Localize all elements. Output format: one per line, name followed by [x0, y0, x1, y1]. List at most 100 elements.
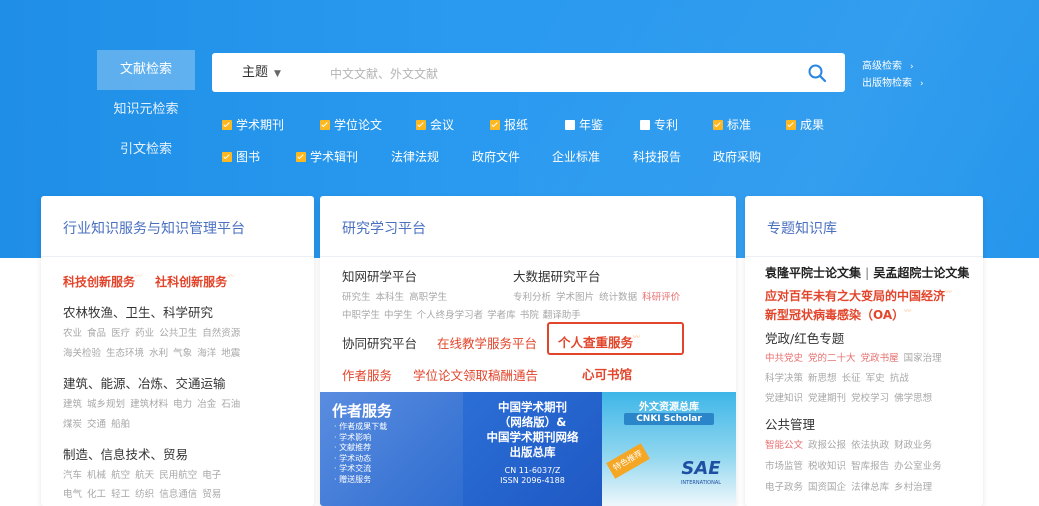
tag-link[interactable]: 科研评价: [642, 292, 680, 303]
social-science-innovation-link[interactable]: 社科创新服务: [155, 275, 227, 289]
tag-link[interactable]: 智能公文: [765, 440, 803, 451]
research-study-platform-link[interactable]: 知网研学平台: [342, 266, 417, 285]
tag-link[interactable]: 统计数据: [599, 292, 637, 303]
tag-link[interactable]: 学者库: [487, 310, 516, 321]
tag-link[interactable]: 党建期刊: [808, 393, 846, 404]
tag-link[interactable]: 民用航空: [159, 470, 197, 481]
tag-link[interactable]: 专利分析: [513, 292, 551, 303]
filter-standard[interactable]: 标准: [713, 116, 751, 133]
tag-link[interactable]: 纺织: [135, 489, 154, 500]
tag-link[interactable]: 轻工: [111, 489, 130, 500]
filter-thesis[interactable]: 学位论文: [320, 116, 382, 133]
filter-patent[interactable]: 专利: [640, 116, 678, 133]
tag-link[interactable]: 贸易: [202, 489, 221, 500]
tag-link[interactable]: 高职学生: [409, 292, 447, 303]
filter-journal[interactable]: 学术期刊: [222, 116, 284, 133]
tag-link[interactable]: 科学决策: [765, 373, 803, 384]
thesis-royalty-link[interactable]: 学位论文领取稿酬通告: [413, 365, 538, 384]
big-data-platform-link[interactable]: 大数据研究平台: [513, 266, 601, 285]
filter-laws[interactable]: 法律法规: [391, 148, 439, 165]
tag-link[interactable]: 石油: [221, 399, 240, 410]
publication-search-link[interactable]: 出版物检索 ›: [862, 75, 924, 92]
tag-link[interactable]: 电气: [63, 489, 82, 500]
online-teaching-link[interactable]: 在线教学服务平台: [437, 333, 537, 352]
filter-newspaper[interactable]: 报纸: [490, 116, 528, 133]
tag-link[interactable]: 法律总库: [851, 482, 889, 493]
tag-link[interactable]: 智库报告: [851, 461, 889, 472]
nav-literature-search[interactable]: 文献检索: [97, 50, 195, 90]
tag-link[interactable]: 医疗: [111, 328, 130, 339]
tag-link[interactable]: 政报公报: [808, 440, 846, 451]
filter-enterprise-standards[interactable]: 企业标准: [552, 148, 600, 165]
tag-link[interactable]: 药业: [135, 328, 154, 339]
tag-link[interactable]: 海洋: [197, 348, 216, 359]
nav-knowledge-search[interactable]: 知识元检索: [97, 90, 195, 130]
tag-link[interactable]: 航天: [135, 470, 154, 481]
tag-link[interactable]: 抗战: [890, 373, 909, 384]
tag-link[interactable]: 书院: [520, 310, 539, 321]
search-icon[interactable]: [806, 62, 828, 84]
tag-link[interactable]: 党建知识: [765, 393, 803, 404]
tag-link[interactable]: 长征: [842, 373, 861, 384]
tag-link[interactable]: 船舶: [111, 419, 130, 430]
nav-citation-search[interactable]: 引文检索: [97, 130, 195, 170]
xinke-library-link[interactable]: 心可书馆: [582, 364, 632, 383]
tag-link[interactable]: 依法执政: [851, 440, 889, 451]
tag-link[interactable]: 海关检验: [63, 348, 101, 359]
tag-link[interactable]: 冶金: [197, 399, 216, 410]
collaborative-research-link[interactable]: 协同研究平台: [342, 333, 417, 352]
economy-topic-link[interactable]: 应对百年未有之大变局的中国经济〰: [765, 287, 952, 304]
foreign-resources-banner[interactable]: 外文资源总库 CNKI Scholar 特色推荐 SAE INTERNATION…: [602, 392, 736, 506]
filter-gov-procurement[interactable]: 政府采购: [713, 148, 761, 165]
tag-link[interactable]: 学术图片: [556, 292, 594, 303]
tag-link[interactable]: 电子政务: [765, 482, 803, 493]
tag-link[interactable]: 中学生: [384, 310, 413, 321]
tag-link[interactable]: 中职学生: [342, 310, 380, 321]
author-service-banner[interactable]: 作者服务 · 作者成果下载 · 学术影响 · 文献推荐 · 学术动态 · 学术交…: [320, 392, 463, 506]
tag-link[interactable]: 市场监管: [765, 461, 803, 472]
tag-link[interactable]: 电子: [202, 470, 221, 481]
tag-link[interactable]: 农业: [63, 328, 82, 339]
tag-link[interactable]: 生态环境: [106, 348, 144, 359]
tag-link[interactable]: 地震: [221, 348, 240, 359]
tag-link[interactable]: 机械: [87, 470, 106, 481]
tag-link[interactable]: 煤炭: [63, 419, 82, 430]
author-service-link[interactable]: 作者服务: [342, 365, 392, 384]
tag-link[interactable]: 党校学习: [851, 393, 889, 404]
filter-yearbook[interactable]: 年鉴: [565, 116, 603, 133]
tag-link[interactable]: 信息通信: [159, 489, 197, 500]
tag-link[interactable]: 党的二十大: [808, 353, 856, 364]
covid-topic-link[interactable]: 新型冠状病毒感染（OA）〰: [765, 306, 911, 323]
tag-link[interactable]: 水利: [149, 348, 168, 359]
tag-link[interactable]: 汽车: [63, 470, 82, 481]
tag-link[interactable]: 国家治理: [904, 353, 942, 364]
journal-database-banner[interactable]: 中国学术期刊 （网络版）& 中国学术期刊网络 出版总库 CN 11-6037/Z…: [463, 392, 602, 506]
tag-link[interactable]: 交通: [87, 419, 106, 430]
filter-achievement[interactable]: 成果: [786, 116, 824, 133]
wu-mengchao-link[interactable]: 吴孟超院士论文集: [873, 266, 969, 280]
tag-link[interactable]: 财政业务: [894, 440, 932, 451]
filter-conference[interactable]: 会议: [416, 116, 454, 133]
plagiarism-check-link[interactable]: 个人查重服务〰: [558, 332, 640, 351]
tag-link[interactable]: 军史: [866, 373, 885, 384]
tag-link[interactable]: 佛学思想: [894, 393, 932, 404]
advanced-search-link[interactable]: 高级检索 ›: [862, 58, 924, 75]
tag-link[interactable]: 电力: [173, 399, 192, 410]
tag-link[interactable]: 建筑材料: [130, 399, 168, 410]
tag-link[interactable]: 公共卫生: [159, 328, 197, 339]
tag-link[interactable]: 建筑: [63, 399, 82, 410]
filter-gov-docs[interactable]: 政府文件: [472, 148, 520, 165]
search-input[interactable]: [328, 60, 792, 87]
tag-link[interactable]: 党政书屋: [861, 353, 899, 364]
tag-link[interactable]: 本科生: [376, 292, 405, 303]
yuan-longping-link[interactable]: 袁隆平院士论文集: [765, 266, 861, 280]
tag-link[interactable]: 中共党史: [765, 353, 803, 364]
filter-tech-reports[interactable]: 科技报告: [633, 148, 681, 165]
tag-link[interactable]: 办公室业务: [894, 461, 942, 472]
tag-link[interactable]: 化工: [87, 489, 106, 500]
tag-link[interactable]: 研究生: [342, 292, 371, 303]
search-field-select[interactable]: 主题 ▼: [242, 53, 281, 92]
tag-link[interactable]: 新思想: [808, 373, 837, 384]
tag-link[interactable]: 税收知识: [808, 461, 846, 472]
tag-link[interactable]: 气象: [173, 348, 192, 359]
